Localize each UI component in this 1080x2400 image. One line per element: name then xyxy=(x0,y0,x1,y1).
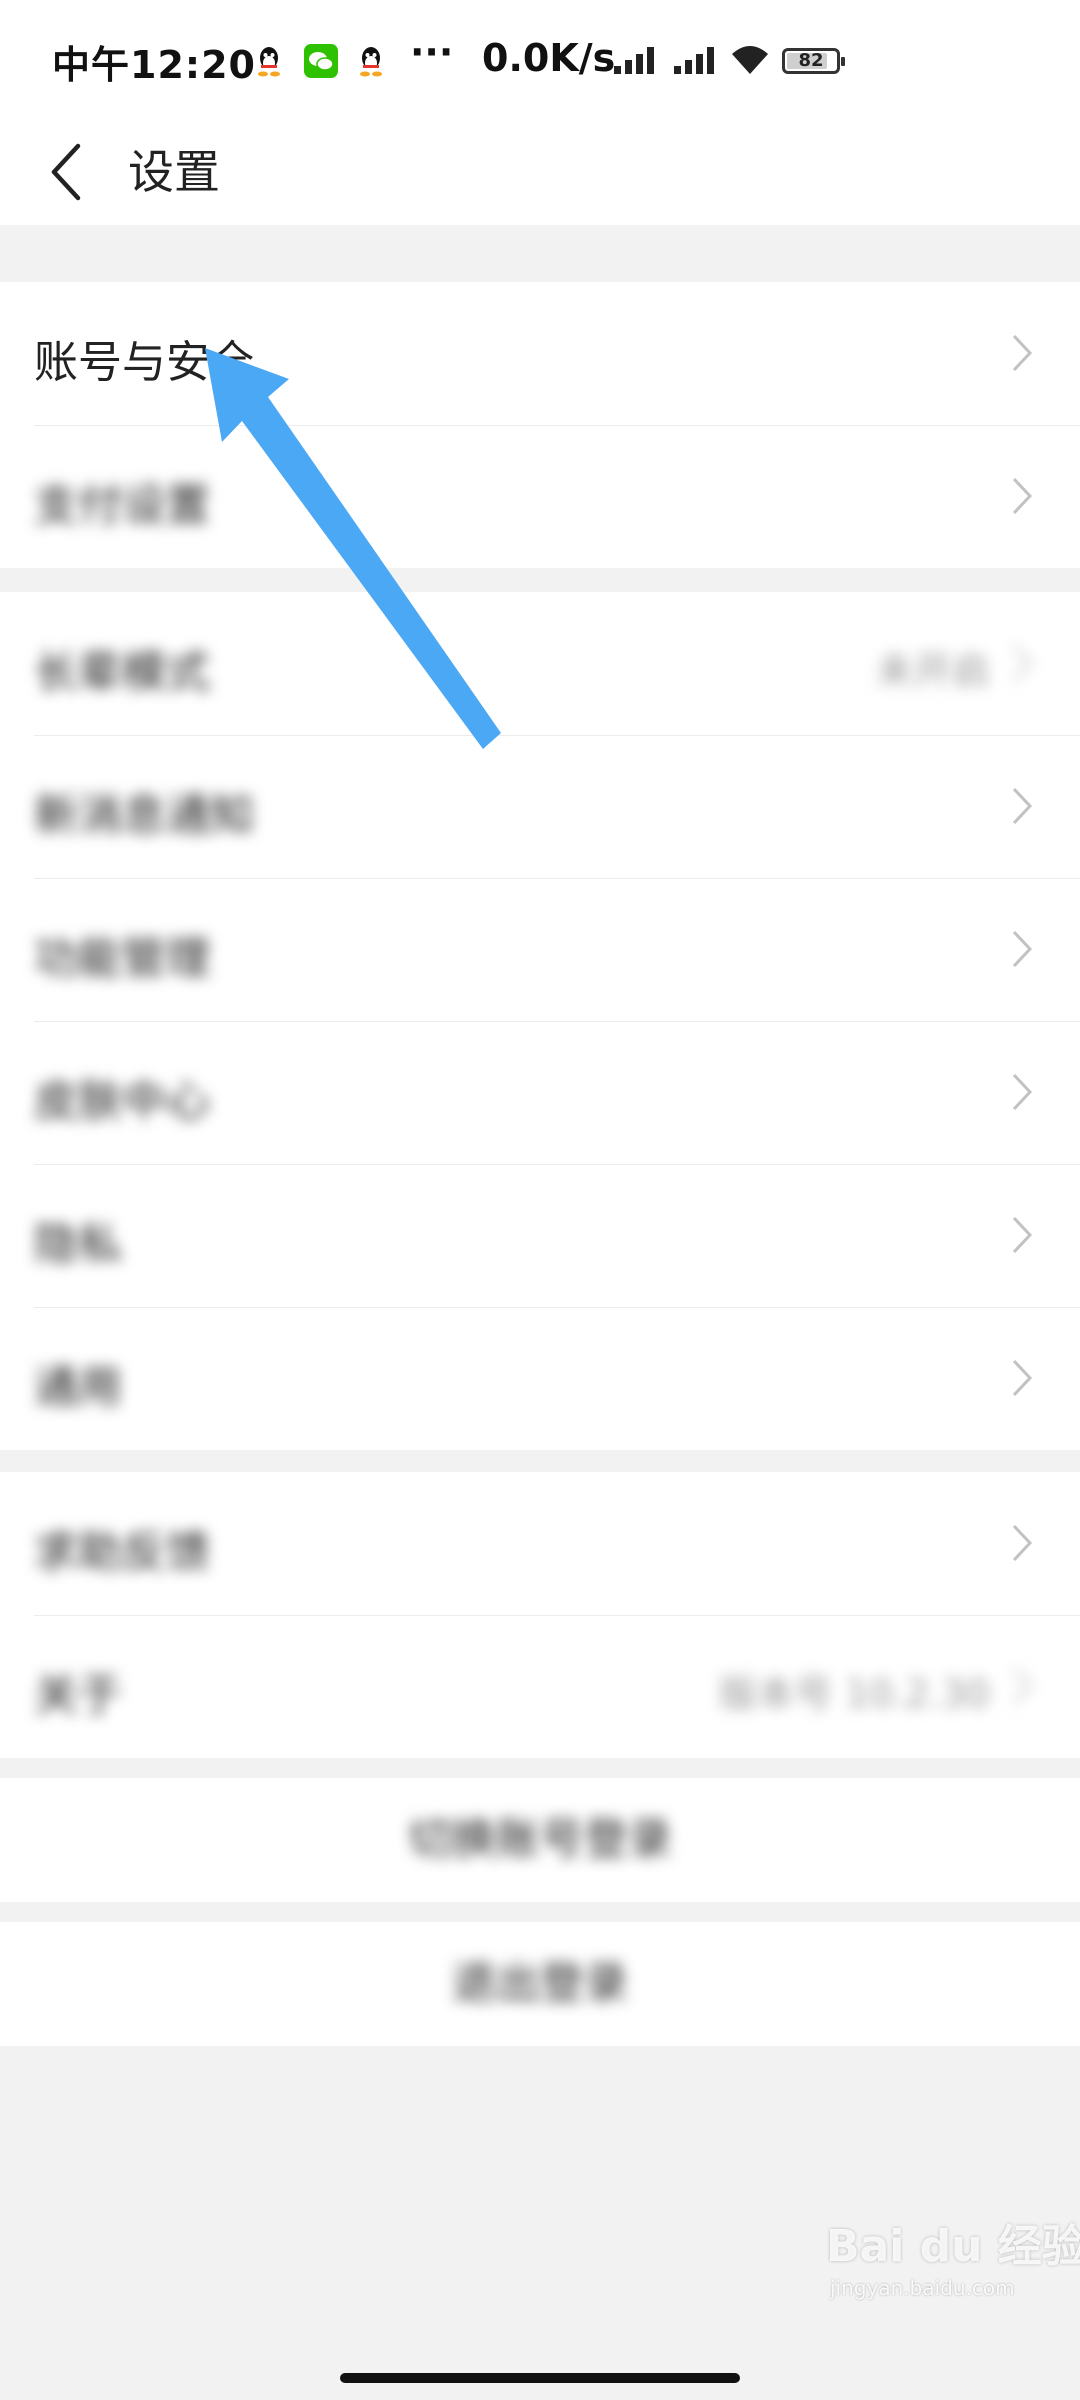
settings-item-label: 新消息通知 xyxy=(34,790,254,841)
chevron-right-icon xyxy=(1012,1359,1033,1397)
settings-item-skin-center[interactable]: 皮肤中心 xyxy=(0,1021,1080,1164)
chevron-right-icon xyxy=(1012,1667,1033,1705)
settings-group-general: 长辈模式 未开启 新消息通知 功能管理 皮肤中心 隐私 通用 xyxy=(0,592,1080,1450)
settings-item-label: 求助反馈 xyxy=(34,1527,210,1578)
settings-group-help: 求助反馈 关于 版本号 10.2.30 xyxy=(0,1472,1080,1758)
watermark-url: jingyan.baidu.com xyxy=(830,2276,1015,2300)
settings-group-account: 账号与安全 支付设置 xyxy=(0,282,1080,568)
settings-item-general[interactable]: 通用 xyxy=(0,1307,1080,1450)
settings-item-elder-mode[interactable]: 长辈模式 未开启 xyxy=(0,592,1080,735)
back-button[interactable] xyxy=(30,120,110,225)
settings-item-features[interactable]: 功能管理 xyxy=(0,878,1080,1021)
settings-item-label: 账号与安全 xyxy=(34,337,254,388)
back-arrow-icon xyxy=(51,143,81,201)
chevron-right-icon xyxy=(1012,1216,1033,1254)
settings-item-privacy[interactable]: 隐私 xyxy=(0,1164,1080,1307)
settings-item-label: 关于 xyxy=(34,1670,122,1721)
settings-item-label: 皮肤中心 xyxy=(34,1076,210,1127)
chevron-right-icon xyxy=(1012,930,1033,968)
watermark-logo: Bai du 经验 xyxy=(826,2221,1080,2272)
settings-item-value: 未开启 xyxy=(875,649,990,693)
chevron-right-icon xyxy=(1012,787,1033,825)
chevron-right-icon xyxy=(1012,477,1033,515)
settings-item-label: 长辈模式 xyxy=(34,647,210,698)
status-time: 中午12:20 xyxy=(52,43,256,87)
settings-item-notifications[interactable]: 新消息通知 xyxy=(0,735,1080,878)
settings-item-label: 通用 xyxy=(34,1362,122,1413)
signal-icon xyxy=(614,47,654,74)
switch-account-button[interactable]: 切换账号登录 xyxy=(0,1778,1080,1902)
logout-button[interactable]: 退出登录 xyxy=(0,1922,1080,2046)
signal-icon xyxy=(674,47,714,74)
switch-account-label: 切换账号登录 xyxy=(408,1814,672,1865)
wechat-icon xyxy=(304,44,338,78)
settings-item-value: 版本号 10.2.30 xyxy=(718,1672,990,1716)
chevron-right-icon xyxy=(1012,644,1033,682)
wifi-icon xyxy=(732,46,768,74)
chevron-right-icon xyxy=(1012,334,1033,372)
qq-icon xyxy=(360,47,382,77)
settings-item-account-security[interactable]: 账号与安全 xyxy=(0,282,1080,425)
header: 设置 xyxy=(0,120,1080,225)
logout-label: 退出登录 xyxy=(452,1958,628,2009)
more-notifications-icon: ··· xyxy=(410,30,454,74)
settings-item-feedback[interactable]: 求助反馈 xyxy=(0,1472,1080,1615)
battery-level: 82 xyxy=(798,50,824,71)
settings-item-payment[interactable]: 支付设置 xyxy=(0,425,1080,568)
settings-item-label: 隐私 xyxy=(34,1219,122,1270)
battery-icon: 82 xyxy=(782,48,845,74)
qq-icon xyxy=(258,47,280,77)
home-indicator[interactable] xyxy=(340,2373,740,2383)
chevron-right-icon xyxy=(1012,1073,1033,1111)
watermark: Bai du 经验 jingyan.baidu.com xyxy=(826,2210,1080,2320)
page-title: 设置 xyxy=(128,145,220,199)
network-speed: 0.0K/s xyxy=(482,36,616,80)
settings-item-about[interactable]: 关于 版本号 10.2.30 xyxy=(0,1615,1080,1758)
chevron-right-icon xyxy=(1012,1524,1033,1562)
status-bar: 中午12:20 ··· 0.0K/s 82 xyxy=(0,0,1080,120)
settings-item-label: 支付设置 xyxy=(34,480,210,531)
settings-item-label: 功能管理 xyxy=(34,933,210,984)
